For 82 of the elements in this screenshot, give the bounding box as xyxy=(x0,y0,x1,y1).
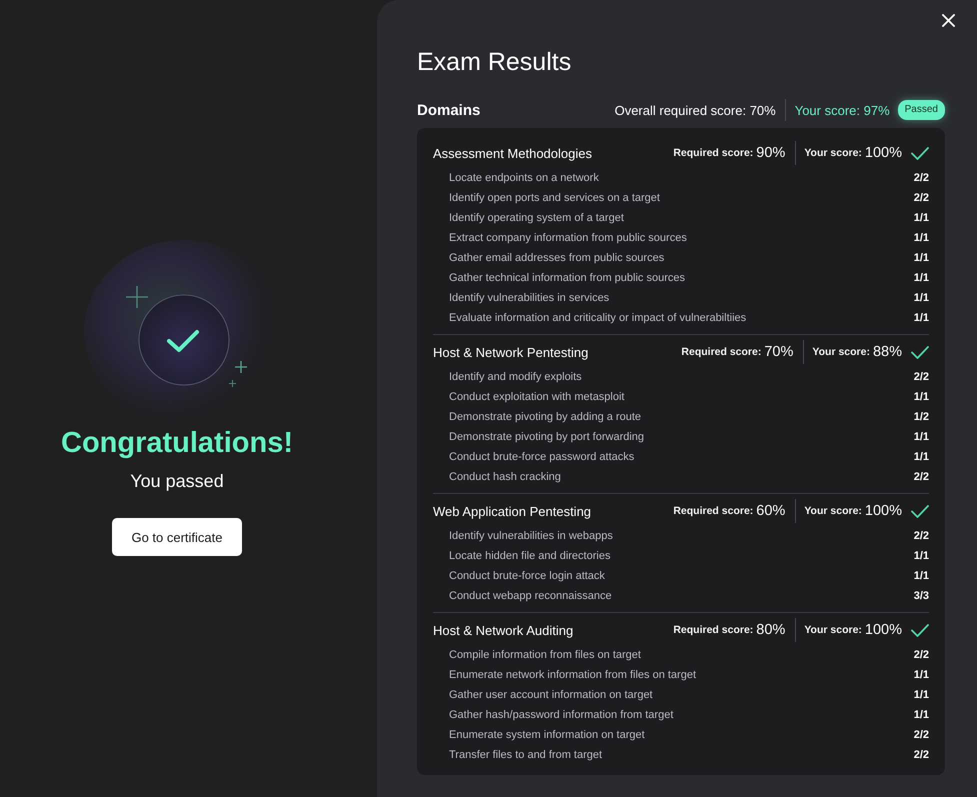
objective-score: 1/1 xyxy=(914,570,929,582)
objective-score: 2/2 xyxy=(914,649,929,661)
objective-score: 1/1 xyxy=(914,550,929,562)
objective-name: Conduct brute-force login attack xyxy=(449,570,605,582)
objective-name: Enumerate system information on target xyxy=(449,729,645,741)
plus-sparkle-icon xyxy=(229,380,236,387)
objective-score: 2/2 xyxy=(914,729,929,741)
objective-name: Identify vulnerabilities in webapps xyxy=(449,530,613,542)
objective-score: 1/2 xyxy=(914,411,929,423)
objective-name: Identify vulnerabilities in services xyxy=(449,292,610,304)
domains-heading: Domains xyxy=(417,102,480,118)
your-score-value: 100% xyxy=(864,622,902,638)
objective-score: 2/2 xyxy=(914,749,929,761)
objective-name: Conduct brute-force password attacks xyxy=(449,451,634,463)
your-score-value: 100% xyxy=(864,503,902,519)
domain-name: Host & Network Auditing xyxy=(433,622,574,638)
objective-score: 1/1 xyxy=(914,272,929,284)
objective-score: 2/2 xyxy=(914,172,929,184)
objective-score: 2/2 xyxy=(914,530,929,542)
objective-score: 1/1 xyxy=(914,709,929,721)
objective-name: Identify operating system of a target xyxy=(449,212,624,224)
your-score-label: Your score: xyxy=(804,505,862,517)
objective-name: Gather user account information on target xyxy=(449,689,653,701)
objective-score: 2/2 xyxy=(914,192,929,204)
objective-score: 1/1 xyxy=(914,212,929,224)
results-title: Exam Results xyxy=(417,47,572,77)
objective-score: 3/3 xyxy=(914,590,929,602)
objective-score: 2/2 xyxy=(914,371,929,383)
domain-name: Host & Network Pentesting xyxy=(433,344,588,360)
objective-name: Identify open ports and services on a target xyxy=(449,192,660,204)
congratulations-heading: Congratulations! xyxy=(61,426,293,461)
close-button[interactable] xyxy=(940,12,957,29)
your-score-label: Your score: xyxy=(804,624,862,636)
objective-score: 1/1 xyxy=(914,431,929,443)
objective-name: Transfer files to and from target xyxy=(449,749,602,761)
objective-score: 1/1 xyxy=(914,451,929,463)
passed-message: You passed xyxy=(130,470,224,492)
objective-name: Enumerate network information from files on target xyxy=(449,669,696,681)
required-score-label: Required score: xyxy=(673,624,754,636)
plus-sparkle-icon xyxy=(126,286,148,308)
objective-name: Conduct exploitation with metasploit xyxy=(449,391,624,403)
plus-sparkle-icon xyxy=(235,361,247,373)
objective-score: 1/1 xyxy=(914,391,929,403)
required-score-value: 80% xyxy=(756,622,786,638)
objective-name: Demonstrate pivoting by port forwarding xyxy=(449,431,644,443)
check-circle-icon xyxy=(138,294,230,386)
objective-score: 1/1 xyxy=(914,252,929,264)
objective-score: 2/2 xyxy=(914,471,929,483)
objective-score: 1/1 xyxy=(914,312,929,324)
objective-name: Evaluate information and criticality or impact of vulnerabiltiies xyxy=(449,312,746,324)
domain-name: Assessment Methodologies xyxy=(433,146,592,160)
objective-score: 1/1 xyxy=(914,232,929,244)
required-score-label: Required score: xyxy=(681,346,762,358)
objective-name: Extract company information from public sources xyxy=(449,232,687,244)
objective-score: 1/1 xyxy=(914,689,929,701)
required-score-value: 60% xyxy=(756,503,786,519)
overall-your-score: Your score: 97% xyxy=(794,102,890,118)
your-score-value: 88% xyxy=(872,344,902,360)
objective-name: Locate endpoints on a network xyxy=(449,172,599,184)
objective-name: Conduct webapp reconnaissance xyxy=(449,590,612,602)
objective-name: Gather technical information from public sources xyxy=(449,272,685,284)
objective-score: 1/1 xyxy=(914,669,929,681)
objective-name: Conduct hash cracking xyxy=(449,471,561,483)
objective-name: Gather email addresses from public sources xyxy=(449,252,664,264)
objective-name: Gather hash/password information from target xyxy=(449,709,674,721)
your-score-label: Your score: xyxy=(804,147,862,159)
status-badge: Passed xyxy=(898,100,945,120)
objective-name: Compile information from files on target xyxy=(449,649,641,661)
overall-required-score: Overall required score: 70% xyxy=(614,102,776,118)
required-score-label: Required score: xyxy=(673,147,754,159)
objective-name: Locate hidden file and directories xyxy=(449,550,610,562)
close-icon xyxy=(942,14,955,27)
required-score-value: 70% xyxy=(764,344,794,360)
objective-score: 1/1 xyxy=(914,292,929,304)
your-score-label: Your score: xyxy=(812,346,870,358)
certificate-button[interactable]: Go to certificate xyxy=(112,518,242,556)
objective-name: Demonstrate pivoting by adding a route xyxy=(449,411,642,423)
domain-name: Web Application Pentesting xyxy=(433,504,592,518)
required-score-label: Required score: xyxy=(673,505,754,517)
your-score-value: 100% xyxy=(864,145,902,161)
required-score-value: 90% xyxy=(756,145,786,161)
objective-name: Identify and modify exploits xyxy=(449,371,582,383)
